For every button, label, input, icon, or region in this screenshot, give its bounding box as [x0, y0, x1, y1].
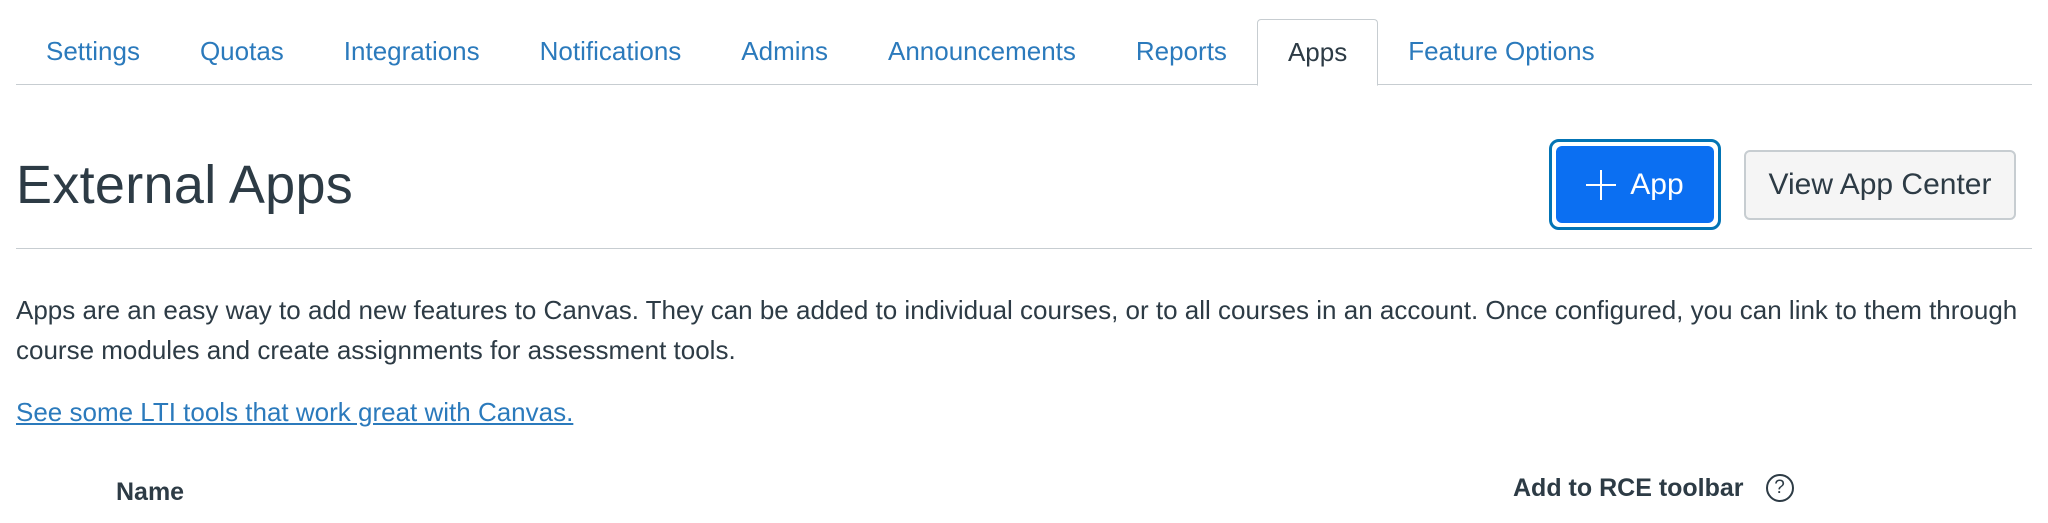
tab-admins[interactable]: Admins	[711, 19, 858, 84]
tab-apps[interactable]: Apps	[1256, 19, 1379, 86]
view-app-center-button[interactable]: View App Center	[1744, 150, 2016, 220]
add-app-button[interactable]: App	[1556, 146, 1714, 223]
lti-tools-link[interactable]: See some LTI tools that work great with …	[16, 392, 573, 432]
add-app-button-label: App	[1630, 167, 1684, 201]
column-header-name[interactable]: Name	[116, 472, 184, 512]
page-title: External Apps	[16, 155, 354, 215]
tab-announcements[interactable]: Announcements	[858, 19, 1106, 84]
column-header-rce-toolbar-label: Add to RCE toolbar	[1513, 474, 1744, 502]
help-icon[interactable]: ?	[1765, 474, 1794, 502]
column-header-rce-toolbar: Add to RCE toolbar ?	[1513, 468, 1794, 508]
tab-integrations[interactable]: Integrations	[314, 19, 510, 84]
tab-settings[interactable]: Settings	[16, 19, 170, 84]
apps-description: Apps are an easy way to add new features…	[16, 295, 2018, 365]
account-tabs: Settings Quotas Integrations Notificatio…	[16, 19, 2032, 86]
tab-quotas[interactable]: Quotas	[170, 19, 314, 84]
plus-icon	[1586, 169, 1617, 200]
add-app-button-focus-ring: App	[1549, 139, 1721, 230]
tab-reports[interactable]: Reports	[1106, 19, 1257, 84]
tab-notifications[interactable]: Notifications	[510, 19, 712, 84]
tab-feature-options[interactable]: Feature Options	[1378, 19, 1624, 84]
header-divider	[16, 248, 2032, 249]
